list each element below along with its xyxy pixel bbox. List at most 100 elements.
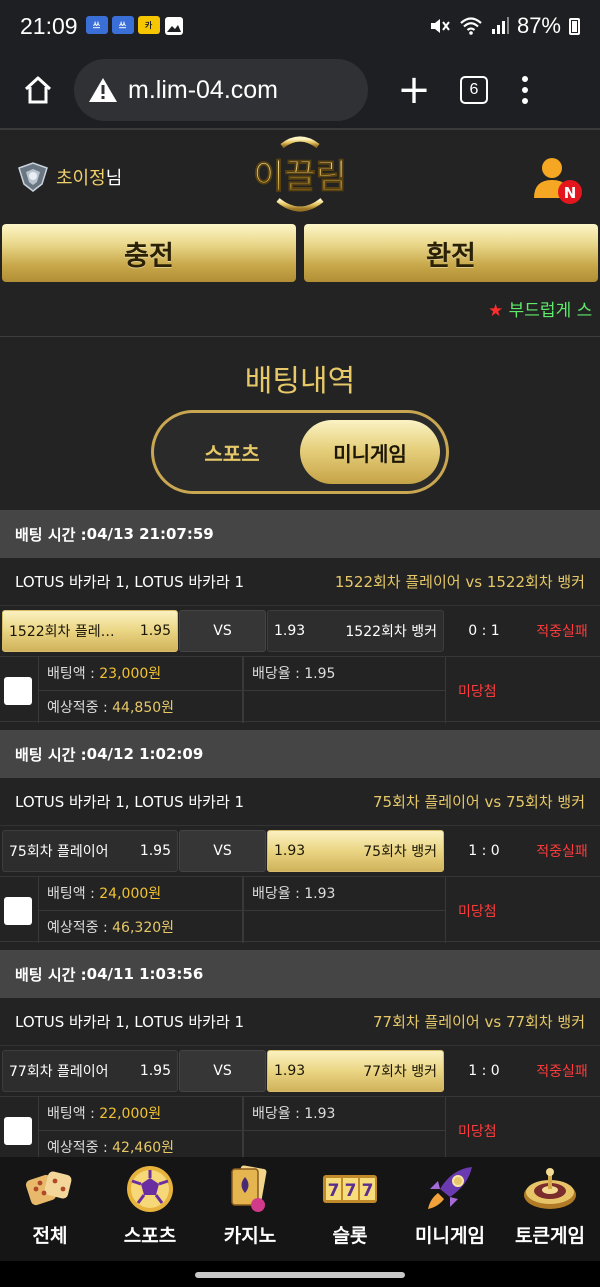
game-name: LOTUS 바카라 1, LOTUS 바카라 1 bbox=[15, 573, 245, 591]
vs-cell: VS bbox=[179, 830, 266, 872]
home-pick-cell[interactable]: 1522회차 플레… 1.95 bbox=[2, 610, 178, 652]
notification-badge: N bbox=[564, 184, 577, 202]
category-toggle: 스포츠 미니게임 bbox=[151, 410, 449, 494]
bet-time-bar: 배팅 시간 : 04/13 21:07:59 bbox=[0, 510, 600, 558]
site-logo[interactable]: 이끌림 bbox=[242, 136, 358, 216]
away-pick-cell[interactable]: 1.93 77회차 뱅커 bbox=[267, 1050, 444, 1092]
vs-cell: VS bbox=[179, 610, 266, 652]
bet-record: 배팅 시간 : 04/11 1:03:56 LOTUS 바카라 1, LOTUS… bbox=[0, 950, 600, 1163]
bet-game-row: LOTUS 바카라 1, LOTUS 바카라 1 1522회차 플레이어 vs … bbox=[0, 558, 600, 606]
result-status: 적중실패 bbox=[524, 830, 600, 872]
score: 1 : 0 bbox=[446, 1050, 522, 1092]
new-tab-button[interactable]: + bbox=[394, 70, 434, 110]
game-name: LOTUS 바카라 1, LOTUS 바카라 1 bbox=[15, 793, 245, 811]
svg-text:7: 7 bbox=[362, 1181, 374, 1201]
game-name: LOTUS 바카라 1, LOTUS 바카라 1 bbox=[15, 1013, 245, 1031]
odds-row: 1522회차 플레… 1.95 VS 1.93 1522회차 뱅커 0 : 1 적중… bbox=[0, 610, 600, 656]
tab-minigame[interactable]: 미니게임 bbox=[300, 420, 440, 484]
site-header: 초이정님 이끌림 N bbox=[0, 132, 600, 222]
star-icon: ★ bbox=[488, 301, 504, 321]
app-notification-icon: 쓰 bbox=[111, 16, 134, 34]
svg-text:7: 7 bbox=[345, 1181, 357, 1201]
nav-sports[interactable]: 스포츠 bbox=[100, 1157, 200, 1261]
match-picks: 75회차 플레이어 vs 75회차 뱅커 bbox=[373, 793, 585, 811]
gallery-icon bbox=[164, 17, 183, 35]
home-icon bbox=[24, 76, 52, 104]
logo-text: 이끌림 bbox=[253, 157, 347, 197]
user-info[interactable]: 초이정님 bbox=[16, 160, 122, 194]
ticker-text: 부드럽게 스 bbox=[508, 301, 593, 321]
score: 0 : 1 bbox=[446, 610, 522, 652]
app-notification-icon: 카 bbox=[137, 16, 160, 34]
bet-detail: 배팅액 : 24,000원 배당율 : 1.93 예상적중 : 46,320원 … bbox=[0, 876, 600, 943]
tab-switcher-button[interactable]: 6 bbox=[460, 76, 488, 104]
bet-odds: 배당율 : 1.95 bbox=[252, 666, 336, 682]
user-profile-icon: N bbox=[534, 158, 582, 204]
nav-all[interactable]: 전체 bbox=[0, 1157, 100, 1261]
user-name: 초이정님 bbox=[56, 168, 123, 189]
mute-icon bbox=[430, 19, 450, 33]
nav-label: 스포츠 bbox=[123, 1225, 177, 1247]
warning-icon bbox=[89, 78, 117, 102]
select-checkbox[interactable] bbox=[4, 897, 32, 925]
match-picks: 1522회차 플레이어 vs 1522회차 뱅커 bbox=[334, 573, 585, 591]
url-text: m.lim-04.com bbox=[128, 75, 279, 104]
odds-row: 75회차 플레이어 1.95 VS 1.93 75회차 뱅커 1 : 0 적중실패 bbox=[0, 830, 600, 876]
nav-slot[interactable]: 7 7 7 슬롯 bbox=[300, 1157, 400, 1261]
nav-casino[interactable]: 카지노 bbox=[200, 1157, 300, 1261]
bet-time-bar: 배팅 시간 : 04/11 1:03:56 bbox=[0, 950, 600, 998]
notice-ticker: ★ 부드럽게 스 bbox=[488, 296, 592, 321]
select-checkbox[interactable] bbox=[4, 677, 32, 705]
away-pick-cell[interactable]: 1.93 75회차 뱅커 bbox=[267, 830, 444, 872]
payout-status: 미당첨 bbox=[458, 1124, 497, 1140]
vs-cell: VS bbox=[179, 1050, 266, 1092]
select-checkbox[interactable] bbox=[4, 1117, 32, 1145]
score: 1 : 0 bbox=[446, 830, 522, 872]
slot-777-icon: 7 7 7 bbox=[323, 1175, 377, 1203]
browser-menu-button[interactable] bbox=[522, 76, 528, 104]
result-status: 적중실패 bbox=[524, 1050, 600, 1092]
bet-amount: 배팅액 : 23,000원 bbox=[47, 666, 162, 682]
nav-label: 토큰게임 bbox=[515, 1225, 585, 1247]
android-status-bar: 21:09 쓰 쓰 카 87% bbox=[0, 0, 600, 52]
expected-win: 예상적중 : 44,850원 bbox=[47, 700, 175, 716]
bet-time: 04/11 1:03:56 bbox=[86, 965, 204, 983]
app-notification-icon: 쓰 bbox=[85, 16, 108, 34]
bet-detail: 배팅액 : 23,000원 배당율 : 1.95 예상적중 : 44,850원 … bbox=[0, 656, 600, 723]
nav-token-game[interactable]: 토큰게임 bbox=[500, 1157, 600, 1261]
payout-status: 미당첨 bbox=[458, 904, 497, 920]
browser-toolbar: m.lim-04.com + 6 bbox=[0, 52, 600, 130]
home-pick-cell[interactable]: 77회차 플레이어 1.95 bbox=[2, 1050, 178, 1092]
svg-text:7: 7 bbox=[328, 1181, 340, 1201]
payout-status: 미당첨 bbox=[458, 684, 497, 700]
bet-odds: 배당율 : 1.93 bbox=[252, 1106, 336, 1122]
home-pick-cell[interactable]: 75회차 플레이어 1.95 bbox=[2, 830, 178, 872]
nav-label: 전체 bbox=[32, 1225, 68, 1247]
expected-win: 예상적중 : 46,320원 bbox=[47, 920, 175, 936]
bet-record: 배팅 시간 : 04/13 21:07:59 LOTUS 바카라 1, LOTU… bbox=[0, 510, 600, 723]
bet-detail: 배팅액 : 22,000원 배당율 : 1.93 예상적중 : 42,460원 … bbox=[0, 1096, 600, 1163]
roulette-icon bbox=[524, 1168, 576, 1209]
gesture-handle[interactable] bbox=[195, 1272, 405, 1278]
bet-time: 04/12 1:02:09 bbox=[86, 745, 204, 763]
tab-sports[interactable]: 스포츠 bbox=[162, 420, 302, 484]
charge-button[interactable]: 충전 bbox=[2, 224, 296, 282]
nav-label: 슬롯 bbox=[332, 1225, 368, 1247]
nav-minigame[interactable]: 미니게임 bbox=[400, 1157, 500, 1261]
wifi-icon bbox=[460, 17, 482, 35]
profile-button[interactable]: N bbox=[532, 154, 584, 206]
odds-row: 77회차 플레이어 1.95 VS 1.93 77회차 뱅커 1 : 0 적중실패 bbox=[0, 1050, 600, 1096]
browser-home-button[interactable] bbox=[16, 68, 60, 112]
result-status: 적중실패 bbox=[524, 610, 600, 652]
status-time: 21:09 bbox=[20, 12, 78, 39]
away-pick-cell[interactable]: 1.93 1522회차 뱅커 bbox=[267, 610, 444, 652]
page-title: 배팅내역 bbox=[244, 364, 356, 399]
rocket-icon bbox=[428, 1167, 472, 1209]
rank-badge-icon bbox=[18, 162, 48, 192]
bet-time-bar: 배팅 시간 : 04/12 1:02:09 bbox=[0, 730, 600, 778]
soccer-ball-icon bbox=[127, 1166, 173, 1212]
exchange-button[interactable]: 환전 bbox=[304, 224, 598, 282]
address-bar[interactable]: m.lim-04.com bbox=[74, 59, 368, 121]
bet-record: 배팅 시간 : 04/12 1:02:09 LOTUS 바카라 1, LOTUS… bbox=[0, 730, 600, 943]
playing-cards-icon bbox=[231, 1165, 267, 1212]
